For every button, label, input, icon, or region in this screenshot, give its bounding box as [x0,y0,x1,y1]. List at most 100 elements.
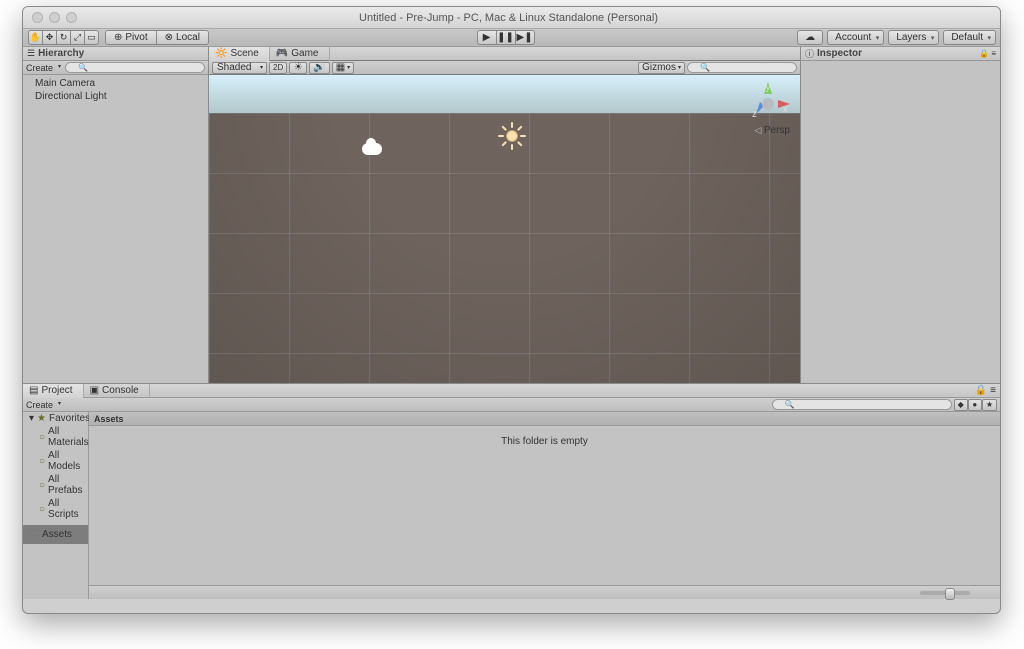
hierarchy-item[interactable]: Main Camera [23,77,208,90]
tree-item[interactable]: ○All Scripts [23,497,88,521]
zoom-window-button[interactable] [66,12,77,23]
2d-toggle[interactable]: 2D [269,62,287,74]
close-window-button[interactable] [32,12,43,23]
hierarchy-panel: ☰ Hierarchy Create 🔍 Main Camera Directi… [23,47,209,383]
gizmos-dropdown[interactable]: Gizmos▾ [638,62,685,74]
console-icon: ▣ [90,385,99,396]
console-tab-label: Console [102,385,139,396]
filter-button-3[interactable]: ★ [982,399,997,411]
layers-dropdown[interactable]: Layers [888,30,939,45]
shading-dropdown[interactable]: Shaded▾ [212,62,267,74]
hand-tool-button[interactable]: ✋ [28,30,43,45]
hand-icon: ✋ [30,32,41,43]
local-toggle[interactable]: ⊗Local [156,30,209,45]
pause-icon: ❚❚ [497,32,514,43]
hierarchy-item[interactable]: Directional Light [23,90,208,103]
directional-light-gizmo[interactable] [497,121,527,151]
pivot-label: Pivot [125,32,147,43]
asset-footer [89,585,1000,599]
account-label: Account [835,32,871,43]
gizmos-label: Gizmos [642,62,676,73]
cloud-button[interactable]: ☁ [797,30,823,45]
svg-text:x: x [783,104,788,115]
scale-icon: ⤢ [74,32,81,43]
rect-tool-button[interactable]: ▭ [84,30,99,45]
transform-tools: ✋ ✥ ↻ ⤢ ▭ [28,30,99,45]
rotate-tool-button[interactable]: ↻ [56,30,71,45]
search-saved-icon: ○ [39,480,45,491]
move-icon: ✥ [46,32,54,43]
window-controls [23,12,77,23]
play-icon: ▶ [483,32,491,43]
project-tree: ▾★Favorites ○All Materials ○All Models ○… [23,412,89,599]
project-create-button[interactable]: Create [26,400,63,410]
inspector-tab[interactable]: ⓘ Inspector 🔒 ≡ [801,47,1000,61]
tree-item[interactable]: ○All Models [23,449,88,473]
fx-icon: ▦ [336,62,345,73]
favorites-folder[interactable]: ▾★Favorites [23,412,88,425]
light-icon: ☀ [294,62,303,73]
local-icon: ⊗ [165,32,173,43]
layers-label: Layers [896,32,926,43]
search-saved-icon: ○ [39,456,45,467]
hierarchy-title: Hierarchy [38,48,84,59]
play-button[interactable]: ▶ [477,30,497,45]
orientation-gizmo[interactable]: y x z [744,80,792,128]
project-tab-label: Project [41,385,72,396]
audio-toggle[interactable]: 🔊 [309,62,329,74]
pivot-toggle[interactable]: ⊕Pivot [105,30,157,45]
account-dropdown[interactable]: Account [827,30,884,45]
fx-toggle[interactable]: ▦▾ [332,62,354,74]
filter-button-1[interactable]: ◆ [954,399,968,411]
lighting-toggle[interactable]: ☀ [289,62,307,74]
search-saved-icon: ○ [39,432,45,443]
titlebar: Untitled - Pre-Jump - PC, Mac & Linux St… [23,7,1000,29]
assets-folder[interactable]: 🗀Assets [23,525,88,544]
scene-panel: 🔆Scene 🎮Game Shaded▾ 2D ☀ 🔊 ▦▾ Gizmos▾ 🔍 [209,47,800,383]
scene-viewport[interactable]: y x z ◁ Persp [209,75,800,383]
camera-gizmo[interactable] [362,143,382,155]
filter-button-2[interactable]: ● [968,399,982,411]
scene-icon: 🔆 [215,48,227,59]
tree-item[interactable]: ○All Prefabs [23,473,88,497]
tree-item[interactable]: ○All Materials [23,425,88,449]
window-title: Untitled - Pre-Jump - PC, Mac & Linux St… [77,12,940,24]
asset-breadcrumb[interactable]: Assets [89,412,1000,426]
lock-icon[interactable]: 🔒 ≡ [979,49,996,58]
scene-search-input[interactable]: 🔍 [687,62,797,73]
game-tab-label: Game [291,48,318,59]
search-saved-icon: ○ [39,504,45,515]
panel-menu-icon[interactable]: 🔒 ≡ [975,385,1000,396]
scale-tool-button[interactable]: ⤢ [70,30,85,45]
inspector-panel: ⓘ Inspector 🔒 ≡ [800,47,1000,383]
tab-scene[interactable]: 🔆Scene [209,47,270,61]
move-tool-button[interactable]: ✥ [42,30,57,45]
thumbnail-size-slider[interactable] [920,591,970,595]
project-search-input[interactable]: 🔍 [772,399,952,410]
star-icon: ★ [37,413,46,424]
camera-mode-label[interactable]: ◁ Persp [754,125,790,136]
hierarchy-icon: ☰ [27,48,35,59]
cloud-icon: ☁ [805,32,815,43]
tab-console[interactable]: ▣Console [84,384,150,398]
sky [209,75,800,113]
step-button[interactable]: ▶❚ [515,30,535,45]
hierarchy-create-button[interactable]: Create [26,63,63,73]
tab-game[interactable]: 🎮Game [270,47,330,61]
empty-folder-label: This folder is empty [501,436,588,447]
hierarchy-tab[interactable]: ☰ Hierarchy [23,47,208,61]
unity-window: Untitled - Pre-Jump - PC, Mac & Linux St… [22,6,1001,614]
layout-label: Default [951,32,983,43]
folder-icon: 🗀 [29,526,39,543]
hierarchy-search-input[interactable]: 🔍 [65,62,205,73]
project-icon: ▤ [29,385,38,396]
asset-grid[interactable]: This folder is empty [89,426,1000,585]
layout-dropdown[interactable]: Default [943,30,996,45]
game-icon: 🎮 [276,48,288,59]
main-toolbar: ✋ ✥ ↻ ⤢ ▭ ⊕Pivot ⊗Local ▶ ❚❚ ▶❚ ☁ Accoun… [23,29,1000,47]
svg-text:y: y [766,82,771,93]
inspector-icon: ⓘ [805,47,814,60]
minimize-window-button[interactable] [49,12,60,23]
pause-button[interactable]: ❚❚ [496,30,516,45]
tab-project[interactable]: ▤Project [23,384,84,398]
